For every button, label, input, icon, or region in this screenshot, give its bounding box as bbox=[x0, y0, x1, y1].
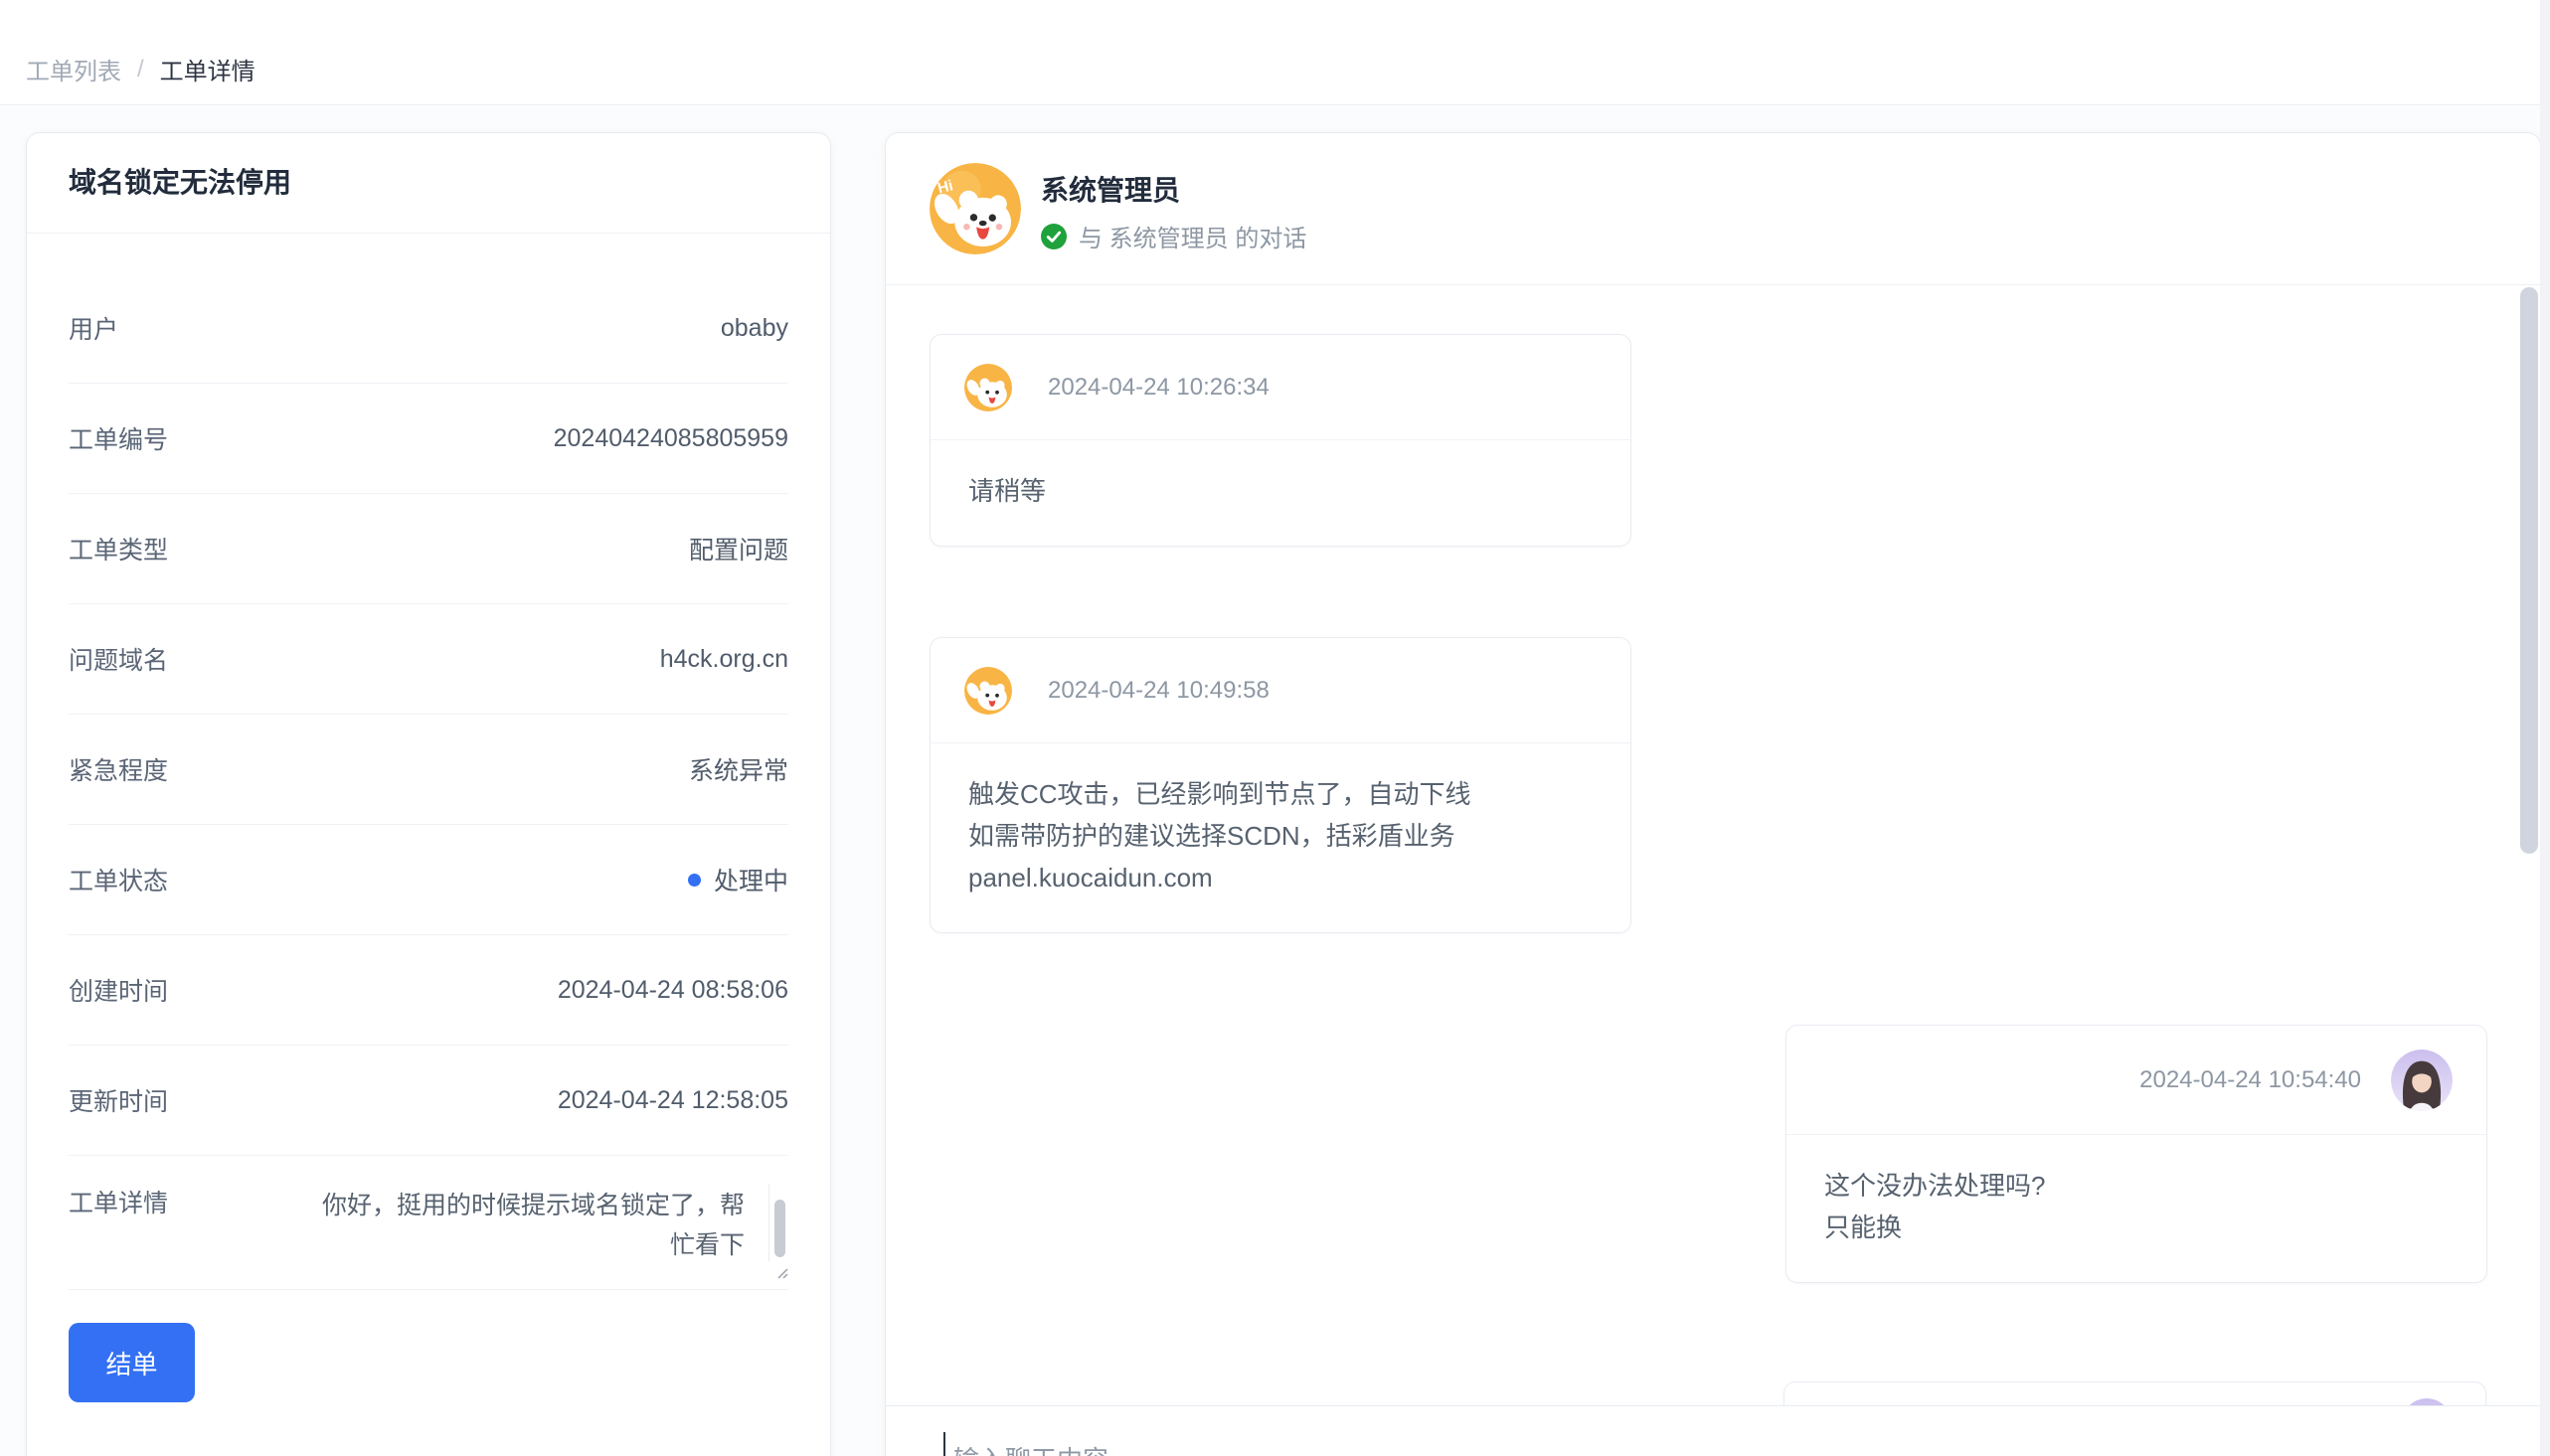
ticket-row-updated: 更新时间 2024-04-24 12:58:05 bbox=[69, 1046, 788, 1156]
user-avatar bbox=[2391, 1050, 2453, 1111]
breadcrumb-ticket-detail: 工单详情 bbox=[160, 52, 255, 86]
ticket-detail-value: 你好，挺用的时候提示域名锁定了，帮忙看下 bbox=[319, 1184, 788, 1277]
status-value: 处理中 bbox=[688, 862, 788, 897]
page-scrollbar-track[interactable] bbox=[2540, 0, 2550, 1456]
field-label: 问题域名 bbox=[69, 641, 168, 677]
ticket-fields: 用户 obaby 工单编号 20240424085805959 工单类型 配置问… bbox=[27, 234, 830, 1290]
ticket-title: 域名锁定无法停用 bbox=[27, 133, 830, 234]
ticket-row-user: 用户 obaby bbox=[69, 273, 788, 384]
chat-message-input[interactable] bbox=[951, 1424, 2347, 1456]
chat-scrollbar-thumb[interactable] bbox=[2520, 287, 2538, 854]
field-value: h4ck.org.cn bbox=[660, 645, 788, 674]
field-label: 创建时间 bbox=[69, 972, 168, 1008]
textarea-scrollbar-track[interactable] bbox=[768, 1184, 788, 1261]
ticket-row-urgency: 紧急程度 系统异常 bbox=[69, 715, 788, 825]
ticket-row-detail: 工单详情 你好，挺用的时候提示域名锁定了，帮忙看下 bbox=[69, 1156, 788, 1290]
message-header: 2024-04-24 10:54:40 bbox=[1786, 1026, 2486, 1135]
message-timestamp: 2024-04-24 10:54:40 bbox=[2139, 1066, 2361, 1094]
ticket-info-card: 域名锁定无法停用 用户 obaby 工单编号 20240424085805959… bbox=[26, 132, 831, 1456]
message-timestamp: 2024-04-24 10:26:34 bbox=[1048, 374, 1270, 402]
field-label: 工单类型 bbox=[69, 531, 168, 566]
textarea-scrollbar-thumb[interactable] bbox=[774, 1200, 785, 1257]
status-dot-icon bbox=[688, 874, 701, 887]
ticket-row-domain: 问题域名 h4ck.org.cn bbox=[69, 604, 788, 715]
breadcrumb: 工单列表 / 工单详情 bbox=[26, 52, 255, 86]
chat-subtitle-text: 与 系统管理员 的对话 bbox=[1079, 219, 1306, 253]
admin-avatar-small bbox=[964, 667, 1012, 715]
message-text: 这个没办法处理吗? 只能换 bbox=[1786, 1135, 2486, 1282]
status-text: 处理中 bbox=[714, 862, 788, 897]
ticket-row-status: 工单状态 处理中 bbox=[69, 825, 788, 935]
field-value: 系统异常 bbox=[689, 751, 788, 787]
field-label: 用户 bbox=[69, 310, 118, 346]
message-header: 2024-04-24 10:26:34 bbox=[931, 335, 1630, 440]
chat-admin-name: 系统管理员 bbox=[1041, 169, 1180, 209]
ticket-detail-textarea[interactable]: 你好，挺用的时候提示域名锁定了，帮忙看下 bbox=[319, 1184, 768, 1277]
message-timestamp: 2024-04-24 10:49:58 bbox=[1048, 677, 1270, 705]
check-circle-icon bbox=[1041, 224, 1067, 249]
field-label: 工单状态 bbox=[69, 862, 168, 897]
resize-handle-icon[interactable] bbox=[772, 1263, 788, 1279]
chat-input-area bbox=[886, 1405, 2540, 1456]
breadcrumb-bar: 工单列表 / 工单详情 bbox=[0, 0, 2550, 105]
field-value: 2024-04-24 12:58:05 bbox=[558, 1086, 788, 1115]
field-label: 紧急程度 bbox=[69, 751, 168, 787]
breadcrumb-ticket-list[interactable]: 工单列表 bbox=[26, 52, 121, 86]
breadcrumb-separator: / bbox=[137, 56, 144, 83]
message-card-user: 2024-04-24 10:54:40 这个没办法处理吗? 只能换 bbox=[1785, 1025, 2487, 1283]
message-card-admin-1: 2024-04-24 10:26:34 请稍等 bbox=[930, 334, 1631, 547]
chat-card: Hi 系统管理员 与 系统管理员 的对话 bbox=[885, 132, 2541, 1456]
close-ticket-button[interactable]: 结单 bbox=[69, 1323, 195, 1402]
message-card-admin-2: 2024-04-24 10:49:58 触发CC攻击，已经影响到节点了，自动下线… bbox=[930, 637, 1631, 933]
ticket-row-number: 工单编号 20240424085805959 bbox=[69, 384, 788, 494]
text-caret bbox=[943, 1432, 945, 1456]
chat-header: Hi 系统管理员 与 系统管理员 的对话 bbox=[886, 133, 2540, 285]
field-value: 20240424085805959 bbox=[554, 424, 788, 453]
admin-avatar-small bbox=[964, 364, 1012, 411]
chat-subtitle: 与 系统管理员 的对话 bbox=[1041, 219, 1306, 253]
field-value: obaby bbox=[721, 314, 788, 343]
field-label: 更新时间 bbox=[69, 1082, 168, 1118]
field-label: 工单详情 bbox=[69, 1184, 168, 1219]
admin-avatar: Hi bbox=[930, 163, 1021, 254]
ticket-detail-page: { "breadcrumb": { "separator": "/", "ite… bbox=[0, 0, 2550, 1456]
ticket-row-created: 创建时间 2024-04-24 08:58:06 bbox=[69, 935, 788, 1046]
message-text: 触发CC攻击，已经影响到节点了，自动下线 如需带防护的建议选择SCDN，括彩盾业… bbox=[931, 743, 1630, 932]
field-value: 配置问题 bbox=[689, 531, 788, 566]
ticket-row-type: 工单类型 配置问题 bbox=[69, 494, 788, 604]
message-header: 2024-04-24 10:49:58 bbox=[931, 638, 1630, 743]
field-label: 工单编号 bbox=[69, 420, 168, 456]
message-text: 请稍等 bbox=[931, 440, 1630, 546]
field-value: 2024-04-24 08:58:06 bbox=[558, 976, 788, 1005]
